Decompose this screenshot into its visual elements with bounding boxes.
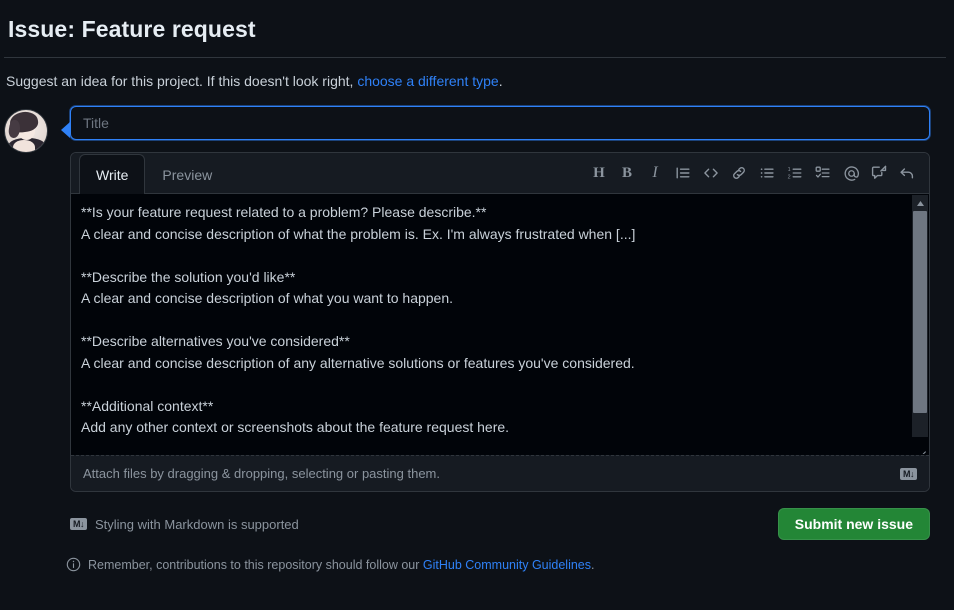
footer-text-prefix: Remember, contributions to this reposito… — [88, 557, 423, 572]
link-icon[interactable] — [725, 159, 753, 187]
attach-files-label: Attach files by dragging & dropping, sel… — [83, 466, 440, 481]
svg-text:2: 2 — [788, 175, 791, 181]
markdown-editor-wrapper — [71, 194, 929, 455]
avatar-shoulder — [13, 140, 35, 152]
issue-body-textarea[interactable] — [71, 194, 929, 450]
textarea-scrollbar[interactable] — [912, 195, 928, 454]
scrollbar-thumb[interactable] — [913, 211, 927, 413]
markdown-support-note: M↓ Styling with Markdown is supported — [70, 517, 299, 532]
form-actions: M↓ Styling with Markdown is supported Su… — [70, 508, 930, 540]
footer-text-suffix: . — [591, 557, 595, 572]
markdown-badge-icon: M↓ — [900, 467, 917, 480]
attach-files-bar[interactable]: Attach files by dragging & dropping, sel… — [71, 455, 929, 491]
choose-different-type-link[interactable]: choose a different type — [357, 73, 498, 89]
community-guidelines-footer: Remember, contributions to this reposito… — [66, 557, 954, 572]
unordered-list-icon[interactable] — [753, 159, 781, 187]
community-guidelines-link[interactable]: GitHub Community Guidelines — [423, 558, 591, 572]
tab-write[interactable]: Write — [79, 153, 146, 195]
footer-text: Remember, contributions to this reposito… — [88, 558, 595, 572]
comment-tabnav: Write Preview H B I 1 2 — [71, 153, 929, 195]
avatar — [4, 109, 48, 153]
issue-form-page: Issue: Feature request Suggest an idea f… — [0, 0, 954, 610]
textarea-resize-grip[interactable] — [911, 437, 928, 454]
comment-arrow — [61, 122, 70, 138]
page-title: Issue: Feature request — [8, 16, 256, 42]
mention-icon[interactable] — [837, 159, 865, 187]
svg-text:1: 1 — [788, 167, 791, 173]
issue-title-input[interactable] — [70, 106, 930, 140]
saved-reply-icon[interactable] — [865, 159, 893, 187]
reference-icon[interactable] — [893, 159, 921, 187]
heading-icon[interactable]: H — [585, 159, 613, 187]
scrollbar-track[interactable] — [912, 211, 928, 438]
info-icon — [66, 557, 81, 572]
markdown-toolbar: H B I 1 2 — [585, 159, 921, 187]
tab-preview[interactable]: Preview — [145, 154, 229, 195]
quote-icon[interactable] — [669, 159, 697, 187]
task-list-icon[interactable] — [809, 159, 837, 187]
scroll-up-arrow[interactable] — [912, 195, 928, 211]
ordered-list-icon[interactable]: 1 2 — [781, 159, 809, 187]
submit-new-issue-button[interactable]: Submit new issue — [777, 508, 930, 540]
header-divider — [4, 57, 946, 58]
composer-row: Write Preview H B I — [0, 106, 954, 540]
composer: Write Preview H B I — [61, 106, 930, 540]
bold-icon[interactable]: B — [613, 159, 641, 187]
code-icon[interactable] — [697, 159, 725, 187]
form-subtitle: Suggest an idea for this project. If thi… — [6, 72, 954, 91]
tab-list: Write Preview — [71, 153, 229, 195]
markdown-icon: M↓ — [70, 518, 87, 530]
page-header: Issue: Feature request — [0, 0, 954, 44]
italic-icon[interactable]: I — [641, 159, 669, 187]
comment-box: Write Preview H B I 1 2 **Is your featur… — [70, 152, 930, 492]
subtitle-text-suffix: . — [498, 73, 503, 89]
markdown-support-label: Styling with Markdown is supported — [95, 516, 299, 532]
subtitle-text-prefix: Suggest an idea for this project. If thi… — [6, 73, 358, 89]
